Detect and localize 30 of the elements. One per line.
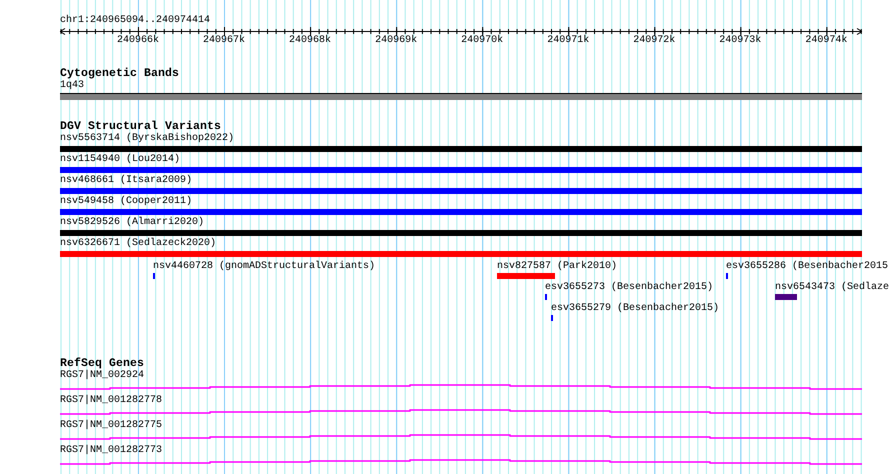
- tick-label: 240973k: [719, 35, 762, 47]
- tick-label: 240969k: [375, 35, 418, 47]
- variant-label: esv3655279 (Besenbacher2015): [551, 303, 720, 315]
- band-label: 1q43: [60, 80, 86, 92]
- track-title: DGV Structural Variants: [60, 121, 222, 133]
- tick-label: 240974k: [805, 35, 848, 47]
- variant-label: nsv1154940 (Lou2014): [60, 154, 182, 166]
- location-label: chr1:240965094..240974414: [60, 15, 212, 27]
- tick-label: 240970k: [461, 35, 504, 47]
- variant-label: nsv4460728 (gnomADStructuralVariants): [153, 261, 376, 273]
- variant-label: esv3655273 (Besenbacher2015): [545, 282, 714, 294]
- variant-label: nsv549458 (Cooper2011): [60, 196, 194, 208]
- variant-label: nsv468661 (Itsara2009): [60, 175, 194, 187]
- variant-label: esv3655286 (Besenbacher2015: [726, 261, 888, 273]
- track-title: RefSeq Genes: [60, 358, 146, 370]
- tick-label: 240972k: [633, 35, 676, 47]
- tick-label: 240971k: [547, 35, 590, 47]
- variant-label: nsv827587 (Park2010): [497, 261, 618, 273]
- gene-label: RGS7|NM_001282775: [60, 420, 164, 432]
- variant-label: nsv6326671 (Sedlazeck2020): [60, 238, 218, 250]
- variant-label: nsv5563714 (ByrskaBishop2022): [60, 133, 236, 145]
- gene-label: RGS7|NM_002924: [60, 370, 146, 382]
- gene-label: RGS7|NM_001282773: [60, 445, 164, 457]
- variant-label: nsv5829526 (Almarri2020): [60, 217, 206, 229]
- tick-label: 240968k: [289, 35, 332, 47]
- tick-label: 240967k: [203, 35, 245, 47]
- gene-label: RGS7|NM_001282778: [60, 395, 164, 407]
- track-title: Cytogenetic Bands: [60, 68, 180, 80]
- variant-label: nsv6543473 (Sedlaze: [775, 282, 890, 294]
- tick-label: 240966k: [116, 35, 159, 47]
